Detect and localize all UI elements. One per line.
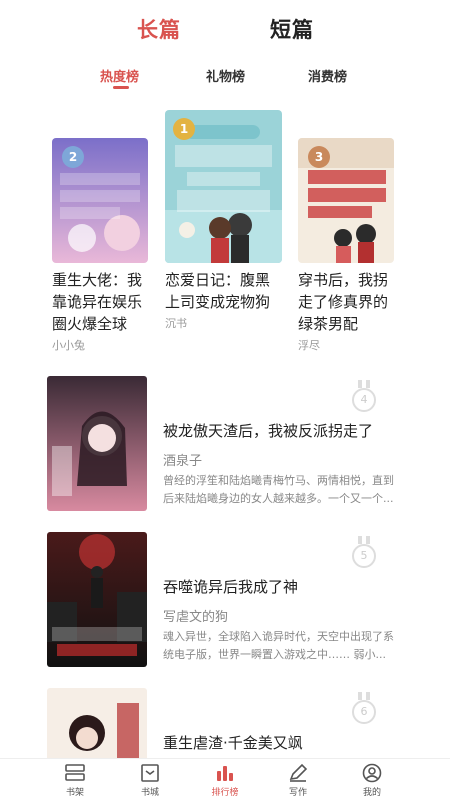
ranking-icon [217,766,233,781]
rank-medal: 2 [62,146,84,168]
top-tabs: 长篇 短篇 [0,14,450,46]
top-three-books: 2 重生大佬：我靠诡异在娱乐圈火爆全球 小小兔 1 恋爱日记：腹黑上司变成宠物狗 [0,110,450,353]
user-icon [362,763,382,783]
book-title: 重生虐渣·千金美又飒 [163,734,303,752]
book-cover [47,376,147,511]
nav-rank[interactable]: 排行榜 [195,763,255,798]
bookstore-icon [141,764,159,782]
bookshelf-icon [65,764,85,781]
rank-number: 6 [360,705,368,718]
rank-number: 4 [360,393,368,406]
top-book-card[interactable]: 1 恋爱日记：腹黑上司变成宠物狗 沉书 [165,110,283,331]
nav-shelf[interactable]: 书架 [45,763,105,798]
nav-label: 我的 [362,788,381,798]
book-cover: 3 [298,138,394,263]
bottom-nav: 书架 书城 排行榜 写作 我的 [0,758,450,800]
book-author: 小小兔 [52,339,85,352]
book-cover: 2 [52,138,148,263]
sub-tabs: 热度榜 礼物榜 消费榜 [0,66,450,94]
book-author: 酒泉子 [163,454,203,469]
top-book-card[interactable]: 3 穿书后，我拐走了修真界的绿茶男配 浮尽 [298,138,396,353]
pen-icon [289,763,308,782]
book-description: 曾经的浮笙和陆焰曦青梅竹马、两情相悦，直到后来陆焰曦身边的女人越来越多。一个又一… [163,474,394,505]
book-author: 浮尽 [298,339,320,352]
sub-tab-gift[interactable]: 礼物榜 [206,66,245,85]
nav-label: 写作 [288,788,307,798]
book-cover [47,532,147,667]
rank-number: 5 [360,549,368,562]
list-item[interactable]: 5 吞噬诡异后我成了神 写虐文的狗 魂入异世，全球陷入诡异时代，天空中出现了系统… [0,528,450,668]
top-book-card[interactable]: 2 重生大佬：我靠诡异在娱乐圈火爆全球 小小兔 [52,138,150,353]
book-title: 重生大佬：我靠诡异在娱乐圈火爆全球 [52,271,143,333]
book-description: 魂入异世，全球陷入诡异时代，天空中出现了系统电子版，世界一瞬置入游戏之中…… 弱… [163,630,394,661]
sub-tab-spend[interactable]: 消费榜 [308,66,347,85]
nav-label: 书架 [65,788,84,798]
nav-store[interactable]: 书城 [120,763,180,798]
book-cover: 1 [165,110,282,263]
rank-medal: 1 [173,118,195,140]
active-tab-underline [113,86,129,89]
tab-short[interactable]: 短篇 [270,14,314,44]
book-title: 吞噬诡异后我成了神 [163,578,299,596]
sub-tab-hot[interactable]: 热度榜 [100,66,139,85]
book-author: 写虐文的狗 [163,610,229,625]
book-title: 穿书后，我拐走了修真界的绿茶男配 [298,271,389,333]
book-title: 恋爱日记：腹黑上司变成宠物狗 [165,271,271,311]
list-item[interactable]: 4 被龙傲天渣后，我被反派拐走了 酒泉子 曾经的浮笙和陆焰曦青梅竹马、两情相悦，… [0,372,450,512]
nav-write[interactable]: 写作 [268,763,328,798]
nav-label: 排行榜 [211,788,239,798]
rank-medal: 3 [308,146,330,168]
nav-mine[interactable]: 我的 [342,763,402,798]
tab-long[interactable]: 长篇 [137,14,181,44]
book-title: 被龙傲天渣后，我被反派拐走了 [163,422,374,440]
nav-label: 书城 [140,788,159,798]
book-author: 沉书 [165,317,187,330]
